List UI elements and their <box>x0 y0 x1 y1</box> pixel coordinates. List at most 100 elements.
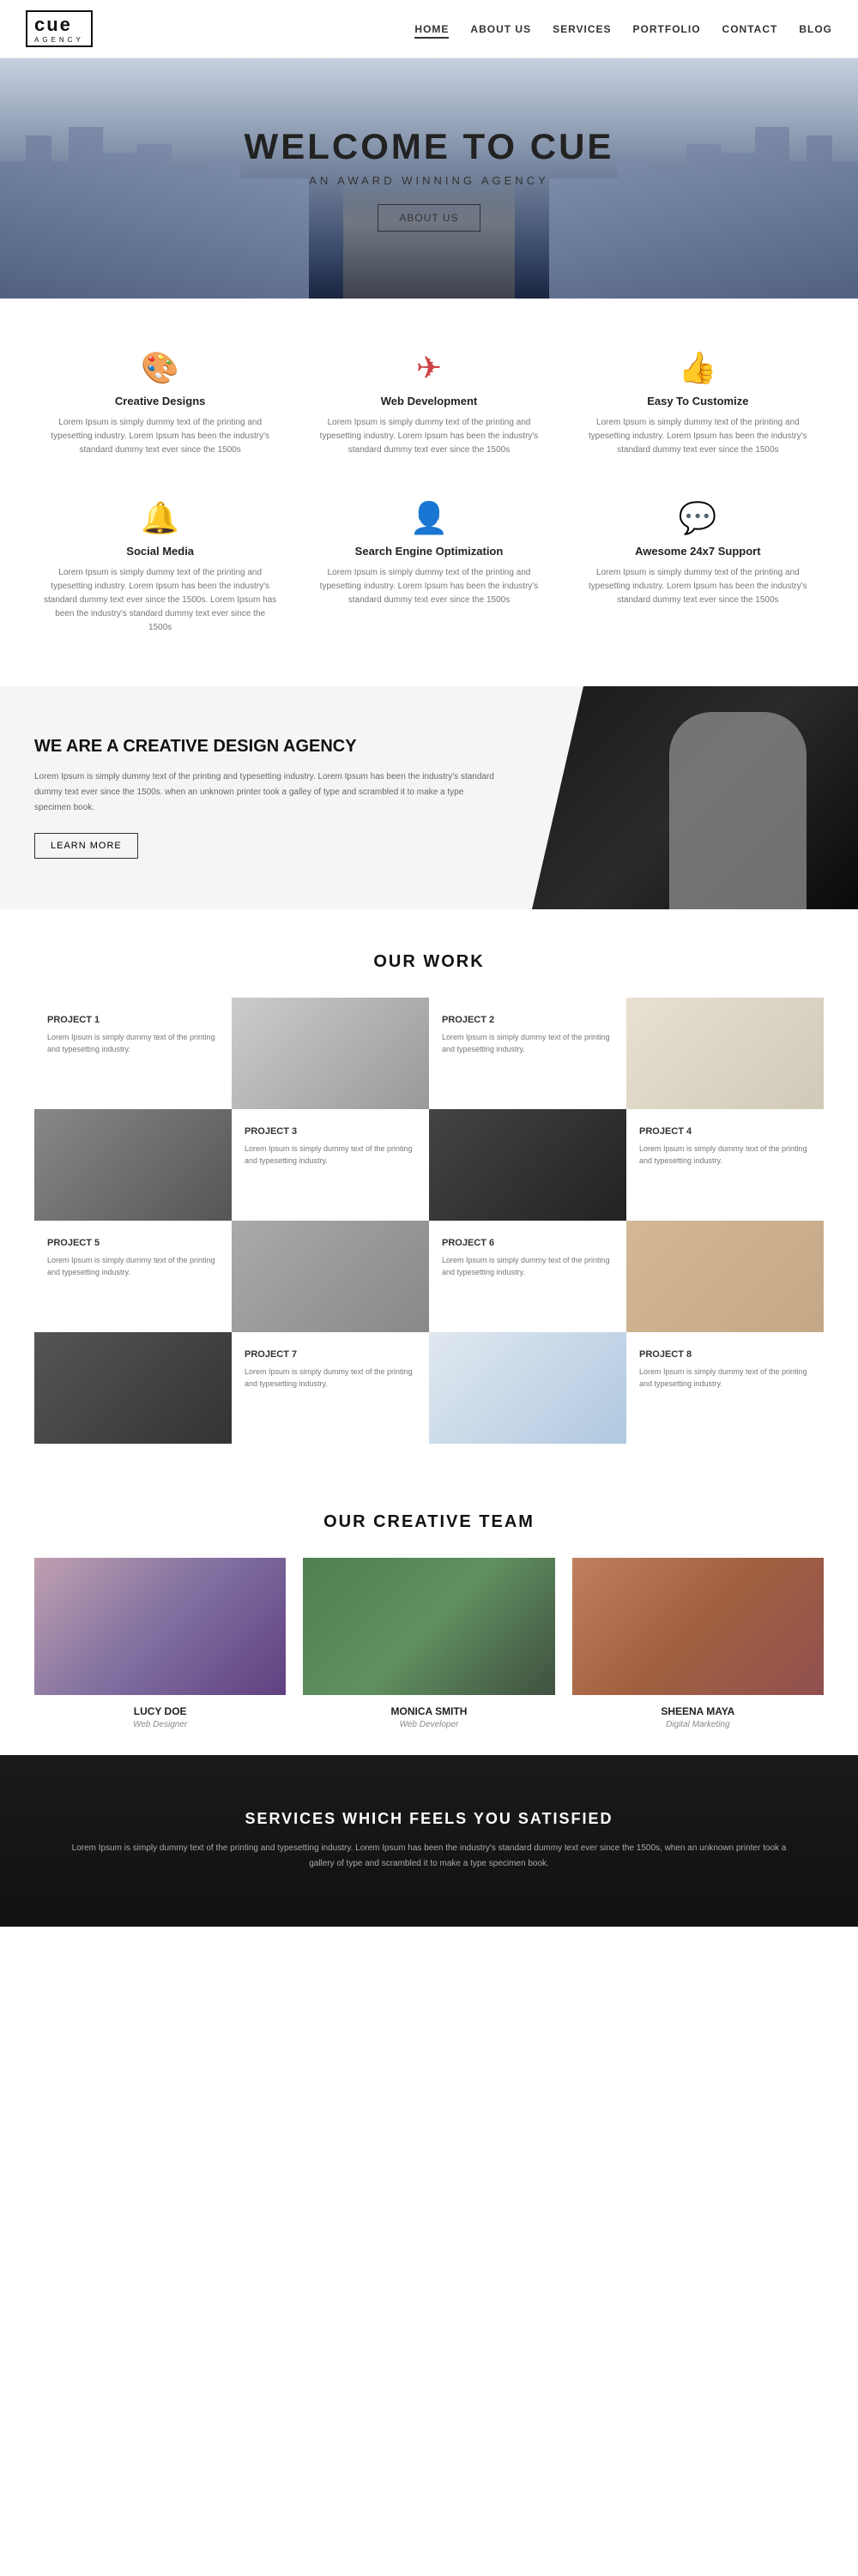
work-project-desc-2: Lorem Ipsum is simply dummy text of the … <box>442 1032 613 1055</box>
team-section: OUR CREATIVE TEAM LUCY DOEWeb DesignerMO… <box>0 1469 858 1755</box>
work-item-10[interactable]: PROJECT 6 Lorem Ipsum is simply dummy tex… <box>429 1221 626 1332</box>
feature-icon-5: 💬 <box>581 500 815 536</box>
agency-image <box>532 686 858 909</box>
work-project-title-5: PROJECT 3 <box>245 1126 416 1137</box>
team-photo-0 <box>34 1558 286 1695</box>
work-item-1[interactable] <box>232 998 429 1109</box>
nav-links: HOME ABOUT US SERVICES PORTFOLIO CONTACT BLOG <box>414 21 832 37</box>
work-project-img-12 <box>34 1332 232 1444</box>
nav-link-portfolio[interactable]: PORTFOLIO <box>633 23 701 35</box>
nav-link-contact[interactable]: CONTACT <box>722 23 778 35</box>
work-project-desc-0: Lorem Ipsum is simply dummy text of the … <box>47 1032 219 1055</box>
work-project-img-11 <box>626 1221 824 1332</box>
work-project-desc-8: Lorem Ipsum is simply dummy text of the … <box>47 1255 219 1278</box>
nav-link-services[interactable]: SERVICES <box>553 23 611 35</box>
feature-desc-1: Lorem Ipsum is simply dummy text of the … <box>311 416 546 457</box>
our-work-section: OUR WORK PROJECT 1Lorem Ipsum is simply … <box>0 909 858 1469</box>
team-member-1: MONICA SMITH Web Developer <box>303 1558 554 1729</box>
nav-link-home[interactable]: HOME <box>414 23 449 39</box>
feature-title-4: Search Engine Optimization <box>311 545 546 558</box>
work-project-desc-13: Lorem Ipsum is simply dummy text of the … <box>245 1366 416 1390</box>
work-project-img-9 <box>232 1221 429 1332</box>
feature-item-0: 🎨Creative DesignsLorem Ipsum is simply d… <box>34 341 286 466</box>
footer-section: SERVICES WHICH FEELS YOU SATISFIED Lorem… <box>0 1755 858 1927</box>
nav-link-about-us[interactable]: ABOUT US <box>470 23 531 35</box>
agency-text: WE ARE A CREATIVE DESIGN AGENCY Lorem Ip… <box>0 686 532 909</box>
work-project-img-14 <box>429 1332 626 1444</box>
work-project-img-1 <box>232 998 429 1109</box>
feature-item-3: 🔔 Social Media Lorem Ipsum is simply dummy… <box>34 492 286 643</box>
feature-icon-3: 🔔 <box>43 500 277 536</box>
feature-item-2: 👍 Easy To Customize Lorem Ipsum is simply … <box>572 341 824 466</box>
features-grid: 🎨Creative DesignsLorem Ipsum is simply d… <box>34 341 824 643</box>
work-item-4[interactable] <box>34 1109 232 1221</box>
hero-subtitle: AN AWARD WINNING AGENCY <box>245 174 614 187</box>
footer-desc: Lorem Ipsum is simply dummy text of the … <box>69 1841 789 1872</box>
work-project-img-3 <box>626 998 824 1109</box>
hero-section: WELCOME TO CUE AN AWARD WINNING AGENCY A… <box>0 58 858 299</box>
work-project-title-2: PROJECT 2 <box>442 1015 613 1025</box>
work-item-2[interactable]: PROJECT 2 Lorem Ipsum is simply dummy tex… <box>429 998 626 1109</box>
work-project-desc-10: Lorem Ipsum is simply dummy text of the … <box>442 1255 613 1278</box>
feature-item-1: ✈Web DevelopmentLorem Ipsum is simply du… <box>303 341 554 466</box>
work-project-desc-7: Lorem Ipsum is simply dummy text of the … <box>639 1143 811 1167</box>
team-role-1: Web Developer <box>303 1720 554 1729</box>
feature-icon-4: 👤 <box>311 500 546 536</box>
team-member-0: LUCY DOEWeb Designer <box>34 1558 286 1729</box>
work-item-15[interactable]: PROJECT 8 Lorem Ipsum is simply dummy tex… <box>626 1332 824 1444</box>
work-item-12[interactable] <box>34 1332 232 1444</box>
feature-item-5: 💬 Awesome 24x7 Support Lorem Ipsum is simp… <box>572 492 824 643</box>
work-project-desc-5: Lorem Ipsum is simply dummy text of the … <box>245 1143 416 1167</box>
work-item-0[interactable]: PROJECT 1 Lorem Ipsum is simply dummy tex… <box>34 998 232 1109</box>
work-project-title-7: PROJECT 4 <box>639 1126 811 1137</box>
team-photo-2 <box>572 1558 824 1695</box>
feature-title-2: Easy To Customize <box>581 395 815 407</box>
logo[interactable]: cue AGENCY <box>26 10 93 47</box>
feature-title-3: Social Media <box>43 545 277 558</box>
work-item-11[interactable] <box>626 1221 824 1332</box>
feature-item-4: 👤 Search Engine Optimization Lorem Ipsum i… <box>303 492 554 643</box>
hero-title: WELCOME TO CUE <box>245 126 614 167</box>
work-item-5[interactable]: PROJECT 3 Lorem Ipsum is simply dummy tex… <box>232 1109 429 1221</box>
person-figure <box>669 712 807 909</box>
feature-icon-2: 👍 <box>581 350 815 386</box>
team-name-2: SHEENA MAYA <box>572 1705 824 1717</box>
agency-title: WE ARE A CREATIVE DESIGN AGENCY <box>34 737 498 757</box>
feature-title-0: Creative Designs <box>43 395 277 407</box>
hero-content: WELCOME TO CUE AN AWARD WINNING AGENCY A… <box>245 126 614 232</box>
feature-desc-5: Lorem Ipsum is simply dummy text of the … <box>581 566 815 607</box>
work-grid: PROJECT 1 Lorem Ipsum is simply dummy tex… <box>34 998 824 1444</box>
team-name-0: LUCY DOE <box>34 1705 286 1717</box>
work-project-title-0: PROJECT 1 <box>47 1015 219 1025</box>
feature-title-5: Awesome 24x7 Support <box>581 545 815 558</box>
features-section: 🎨Creative DesignsLorem Ipsum is simply d… <box>0 299 858 669</box>
work-item-14[interactable] <box>429 1332 626 1444</box>
agency-desc: Lorem Ipsum is simply dummy text of the … <box>34 769 498 816</box>
work-project-title-15: PROJECT 8 <box>639 1349 811 1360</box>
work-item-9[interactable] <box>232 1221 429 1332</box>
logo-sub: AGENCY <box>34 36 84 44</box>
feature-desc-2: Lorem Ipsum is simply dummy text of the … <box>581 416 815 457</box>
team-name-1: MONICA SMITH <box>303 1705 554 1717</box>
team-member-2: SHEENA MAYA Digital Marketing <box>572 1558 824 1729</box>
learn-more-button[interactable]: LEARN MORE <box>34 833 138 859</box>
feature-desc-3: Lorem Ipsum is simply dummy text of the … <box>43 566 277 635</box>
nav-link-blog[interactable]: BLOG <box>799 23 832 35</box>
feature-desc-4: Lorem Ipsum is simply dummy text of the … <box>311 566 546 607</box>
work-project-img-6 <box>429 1109 626 1221</box>
team-grid: LUCY DOEWeb Designer MONICA SMITH Web Deve… <box>34 1558 824 1729</box>
work-item-13[interactable]: PROJECT 7Lorem Ipsum is simply dummy tex… <box>232 1332 429 1444</box>
logo-text: cue <box>34 14 72 35</box>
work-item-6[interactable] <box>429 1109 626 1221</box>
team-role-2: Digital Marketing <box>572 1720 824 1729</box>
work-project-desc-15: Lorem Ipsum is simply dummy text of the … <box>639 1366 811 1390</box>
work-project-img-4 <box>34 1109 232 1221</box>
work-item-7[interactable]: PROJECT 4 Lorem Ipsum is simply dummy tex… <box>626 1109 824 1221</box>
work-item-8[interactable]: PROJECT 5Lorem Ipsum is simply dummy tex… <box>34 1221 232 1332</box>
work-project-title-10: PROJECT 6 <box>442 1238 613 1248</box>
navbar: cue AGENCY HOME ABOUT US SERVICES PORTFOLIO… <box>0 0 858 58</box>
team-section-title: OUR CREATIVE TEAM <box>34 1512 824 1532</box>
hero-about-button[interactable]: ABOUT US <box>378 204 480 232</box>
work-item-3[interactable] <box>626 998 824 1109</box>
feature-desc-0: Lorem Ipsum is simply dummy text of the … <box>43 416 277 457</box>
